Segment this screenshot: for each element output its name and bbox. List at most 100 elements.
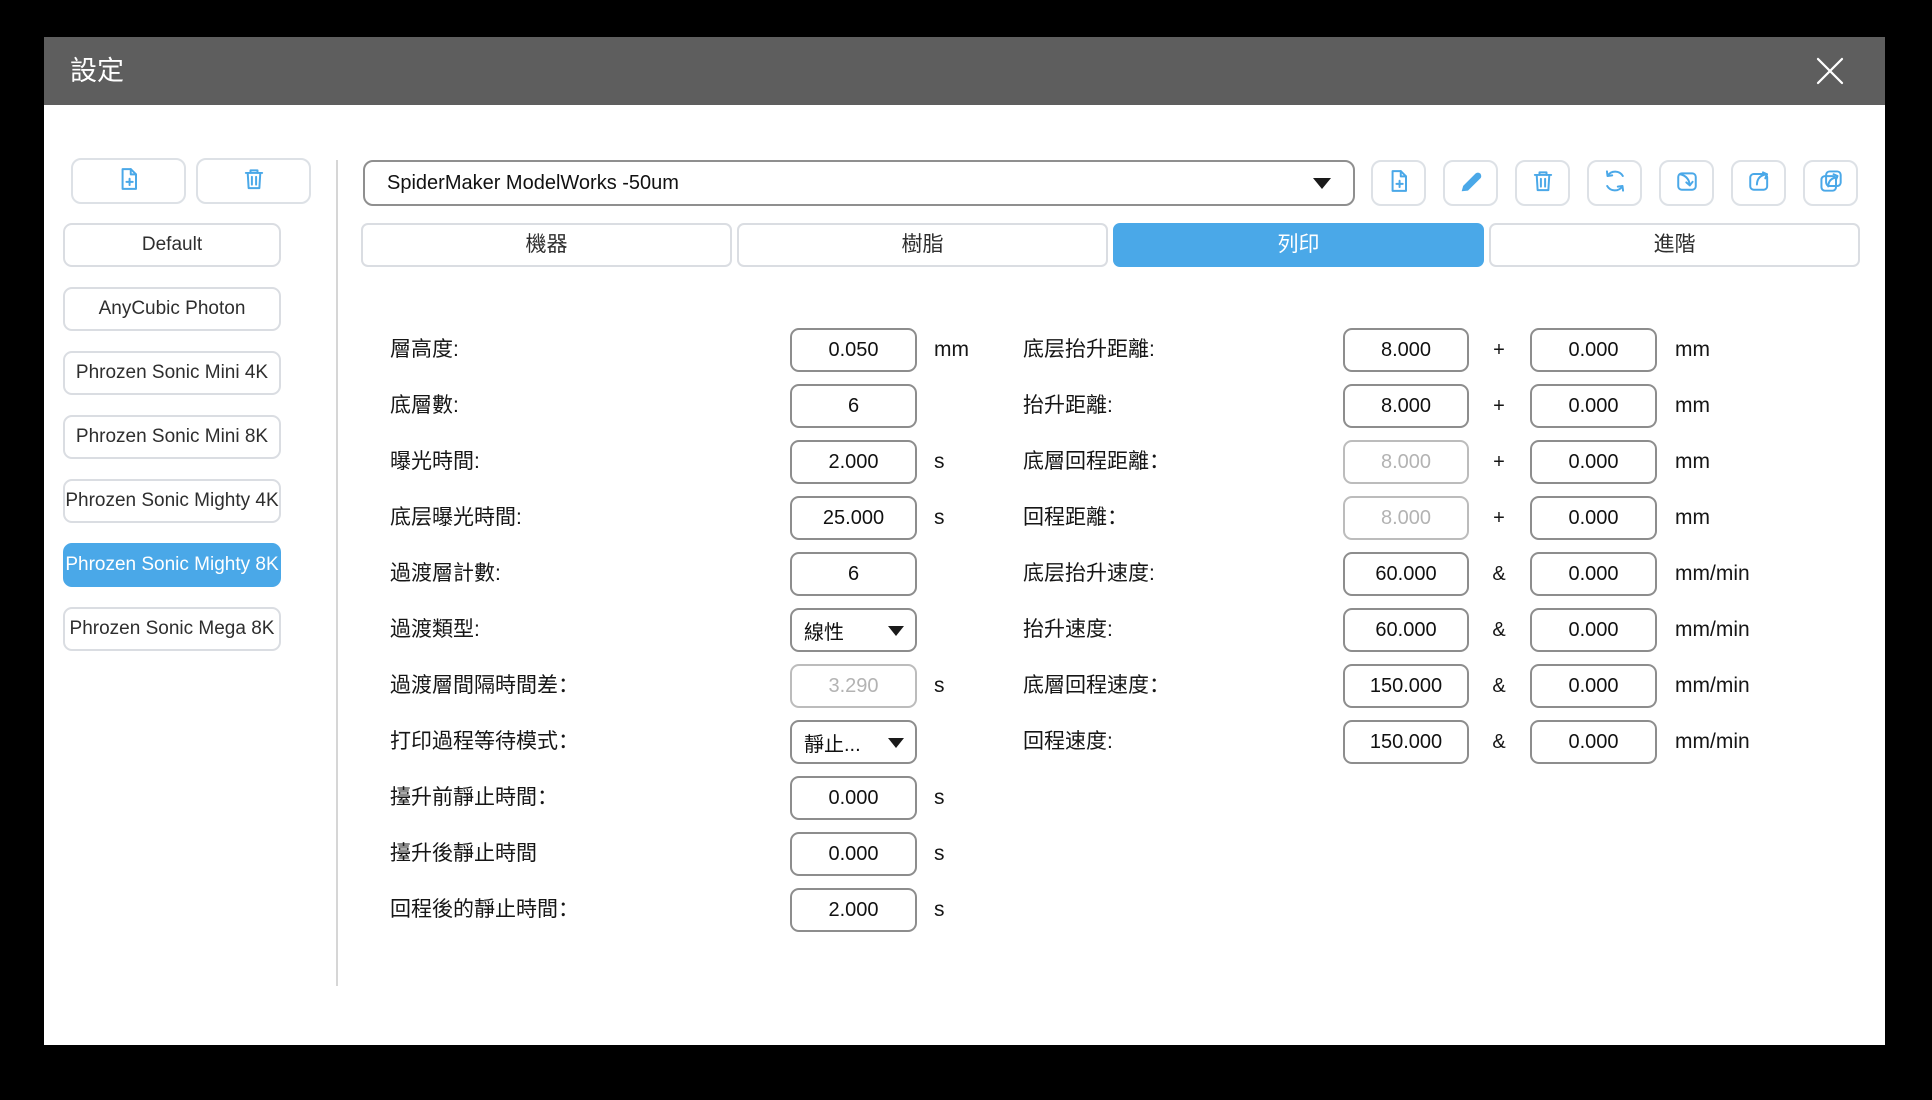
setting-value: 8.000 [1380, 338, 1432, 361]
tab-機器[interactable]: 機器 [361, 223, 732, 267]
setting-label: 回程距離： [1023, 506, 1128, 529]
setting-value-field-secondary[interactable]: 0.000 [1530, 384, 1657, 428]
setting-value-field-primary[interactable]: 8.000 [1343, 440, 1469, 484]
setting-value-field-secondary[interactable]: 0.000 [1530, 552, 1657, 596]
printer-profile-item[interactable]: Default [63, 223, 281, 267]
setting-value: 6 [847, 562, 860, 585]
setting-label: 底層數: [390, 394, 459, 417]
setting-row: 層高度: 0.050 mm [390, 328, 1030, 372]
setting-value-field-secondary[interactable]: 0.000 [1530, 328, 1657, 372]
printer-profile-item[interactable]: AnyCubic Photon [63, 287, 281, 331]
printer-profile-item[interactable]: Phrozen Sonic Mini 4K [63, 351, 281, 395]
toolbar-delete-button[interactable] [1515, 160, 1570, 206]
refresh-icon [1601, 167, 1629, 200]
setting-label: 回程後的靜止時間： [390, 898, 579, 921]
setting-value-field[interactable]: 0.050 [790, 328, 917, 372]
toolbar-export-all-button[interactable] [1803, 160, 1858, 206]
printer-profile-item[interactable]: Phrozen Sonic Mini 8K [63, 415, 281, 459]
setting-row: 擡升後靜止時間 0.000 s [390, 832, 1030, 876]
print-settings-left-column: 層高度: 0.050 mm 底層數: 6 曝光時間: 2.000 s 底层曝光時… [390, 328, 1030, 944]
setting-unit: mm [934, 338, 969, 361]
chevron-down-icon [888, 626, 904, 636]
toolbar-export-button[interactable] [1731, 160, 1786, 206]
trash-icon [240, 165, 268, 198]
setting-value-field-secondary[interactable]: 0.000 [1530, 608, 1657, 652]
setting-value-field-secondary[interactable]: 0.000 [1530, 720, 1657, 764]
setting-row: 過渡類型: 線性 [390, 608, 1030, 652]
setting-unit: s [934, 674, 945, 697]
setting-value: 0.000 [1568, 394, 1619, 417]
setting-value-field[interactable]: 6 [790, 552, 917, 596]
setting-value-field[interactable]: 25.000 [790, 496, 917, 540]
setting-row: 底层抬升速度: 60.000 & 0.000 mm/min [1023, 552, 1823, 596]
setting-row: 回程後的靜止時間： 2.000 s [390, 888, 1030, 932]
setting-value-field-primary[interactable]: 60.000 [1343, 608, 1469, 652]
setting-label: 回程速度: [1023, 730, 1113, 753]
tab-樹脂[interactable]: 樹脂 [737, 223, 1108, 267]
value-joiner: + [1493, 507, 1505, 529]
tab-label: 列印 [1277, 233, 1320, 256]
setting-row: 底层曝光時間: 25.000 s [390, 496, 1030, 540]
resin-profile-value: SpiderMaker ModelWorks -50um [387, 171, 679, 194]
setting-value-field-secondary[interactable]: 0.000 [1530, 496, 1657, 540]
sidebar-actions [71, 158, 311, 204]
printer-profile-item[interactable]: Phrozen Sonic Mighty 4K [63, 479, 281, 523]
close-button[interactable] [1811, 52, 1849, 90]
setting-value-field[interactable]: 6 [790, 384, 917, 428]
setting-value-field-primary[interactable]: 150.000 [1343, 664, 1469, 708]
tab-進階[interactable]: 進階 [1489, 223, 1860, 267]
setting-value: 0.000 [828, 786, 879, 809]
setting-label: 過渡類型: [390, 618, 480, 641]
value-joiner: & [1492, 563, 1506, 585]
resin-profile-select[interactable]: SpiderMaker ModelWorks -50um [363, 160, 1355, 206]
setting-value: 0.000 [1568, 338, 1619, 361]
setting-row: 回程距離： 8.000 + 0.000 mm [1023, 496, 1823, 540]
setting-value-field-primary[interactable]: 8.000 [1343, 384, 1469, 428]
setting-value-field-primary[interactable]: 8.000 [1343, 496, 1469, 540]
printer-profile-item[interactable]: Phrozen Sonic Mighty 8K [63, 543, 281, 587]
chevron-down-icon [888, 738, 904, 748]
setting-row: 底层抬升距離: 8.000 + 0.000 mm [1023, 328, 1823, 372]
setting-unit: mm/min [1675, 674, 1750, 697]
setting-value-field-primary[interactable]: 150.000 [1343, 720, 1469, 764]
printer-profile-label: Phrozen Sonic Mini 8K [75, 426, 269, 447]
sidebar-new-profile-button[interactable] [71, 158, 186, 204]
toolbar-reset-button[interactable] [1587, 160, 1642, 206]
setting-value-field-primary[interactable]: 8.000 [1343, 328, 1469, 372]
setting-unit: mm [1675, 338, 1710, 361]
tab-label: 機器 [525, 233, 568, 256]
setting-row: 底層數: 6 [390, 384, 1030, 428]
setting-label: 層高度: [390, 338, 459, 361]
setting-value: 0.000 [1568, 674, 1619, 697]
setting-row: 曝光時間: 2.000 s [390, 440, 1030, 484]
setting-value-field-secondary[interactable]: 0.000 [1530, 440, 1657, 484]
setting-unit: s [934, 786, 945, 809]
tab-列印[interactable]: 列印 [1113, 223, 1484, 267]
setting-value-field[interactable]: 靜止... [790, 720, 917, 764]
setting-value-field[interactable]: 0.000 [790, 776, 917, 820]
setting-value: 150.000 [1369, 730, 1443, 753]
toolbar-import-button[interactable] [1659, 160, 1714, 206]
setting-value: 0.000 [1568, 450, 1619, 473]
setting-label: 底層回程速度： [1023, 674, 1170, 697]
setting-value-field[interactable]: 0.000 [790, 832, 917, 876]
sidebar-delete-profile-button[interactable] [196, 158, 311, 204]
setting-value-field[interactable]: 2.000 [790, 440, 917, 484]
printer-profile-item[interactable]: Phrozen Sonic Mega 8K [63, 607, 281, 651]
setting-value: 0.050 [828, 338, 879, 361]
dialog-titlebar: 設定 [44, 37, 1885, 105]
setting-value: 0.000 [1568, 618, 1619, 641]
setting-value-field[interactable]: 2.000 [790, 888, 917, 932]
toolbar-add-button[interactable] [1371, 160, 1426, 206]
setting-value-field[interactable]: 線性 [790, 608, 917, 652]
setting-label: 過渡層計數: [390, 562, 501, 585]
setting-value-field-secondary[interactable]: 0.000 [1530, 664, 1657, 708]
setting-label: 抬升速度: [1023, 618, 1113, 641]
setting-value-field[interactable]: 3.290 [790, 664, 917, 708]
toolbar-edit-button[interactable] [1443, 160, 1498, 206]
sidebar-divider [336, 160, 338, 986]
setting-value-field-primary[interactable]: 60.000 [1343, 552, 1469, 596]
setting-label: 抬升距離: [1023, 394, 1113, 417]
setting-unit: s [934, 506, 945, 529]
setting-row: 抬升距離: 8.000 + 0.000 mm [1023, 384, 1823, 428]
